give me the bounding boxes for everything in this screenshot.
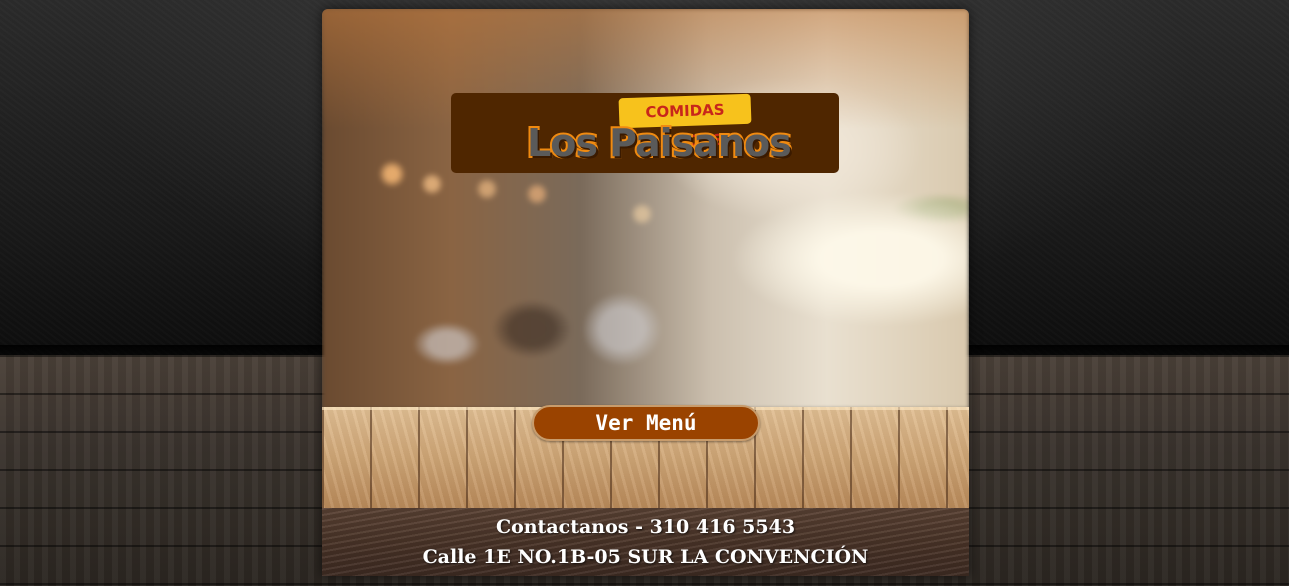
view-menu-button[interactable]: Ver Menú (532, 405, 760, 441)
logo: COMIDAS RAPIDAS Los Paisanos (451, 93, 839, 173)
landing-card: COMIDAS RAPIDAS Los Paisanos Ver Menú Co… (322, 9, 969, 576)
page: COMIDAS RAPIDAS Los Paisanos Ver Menú Co… (0, 0, 1289, 586)
contact-info: Contactanos - 310 416 5543 Calle 1E NO.1… (322, 512, 969, 572)
logo-name: Los Paisanos (525, 119, 794, 167)
contact-phone: Contactanos - 310 416 5543 (495, 516, 796, 538)
contact-address: Calle 1E NO.1B-05 SUR LA CONVENCIÓN (422, 546, 869, 568)
